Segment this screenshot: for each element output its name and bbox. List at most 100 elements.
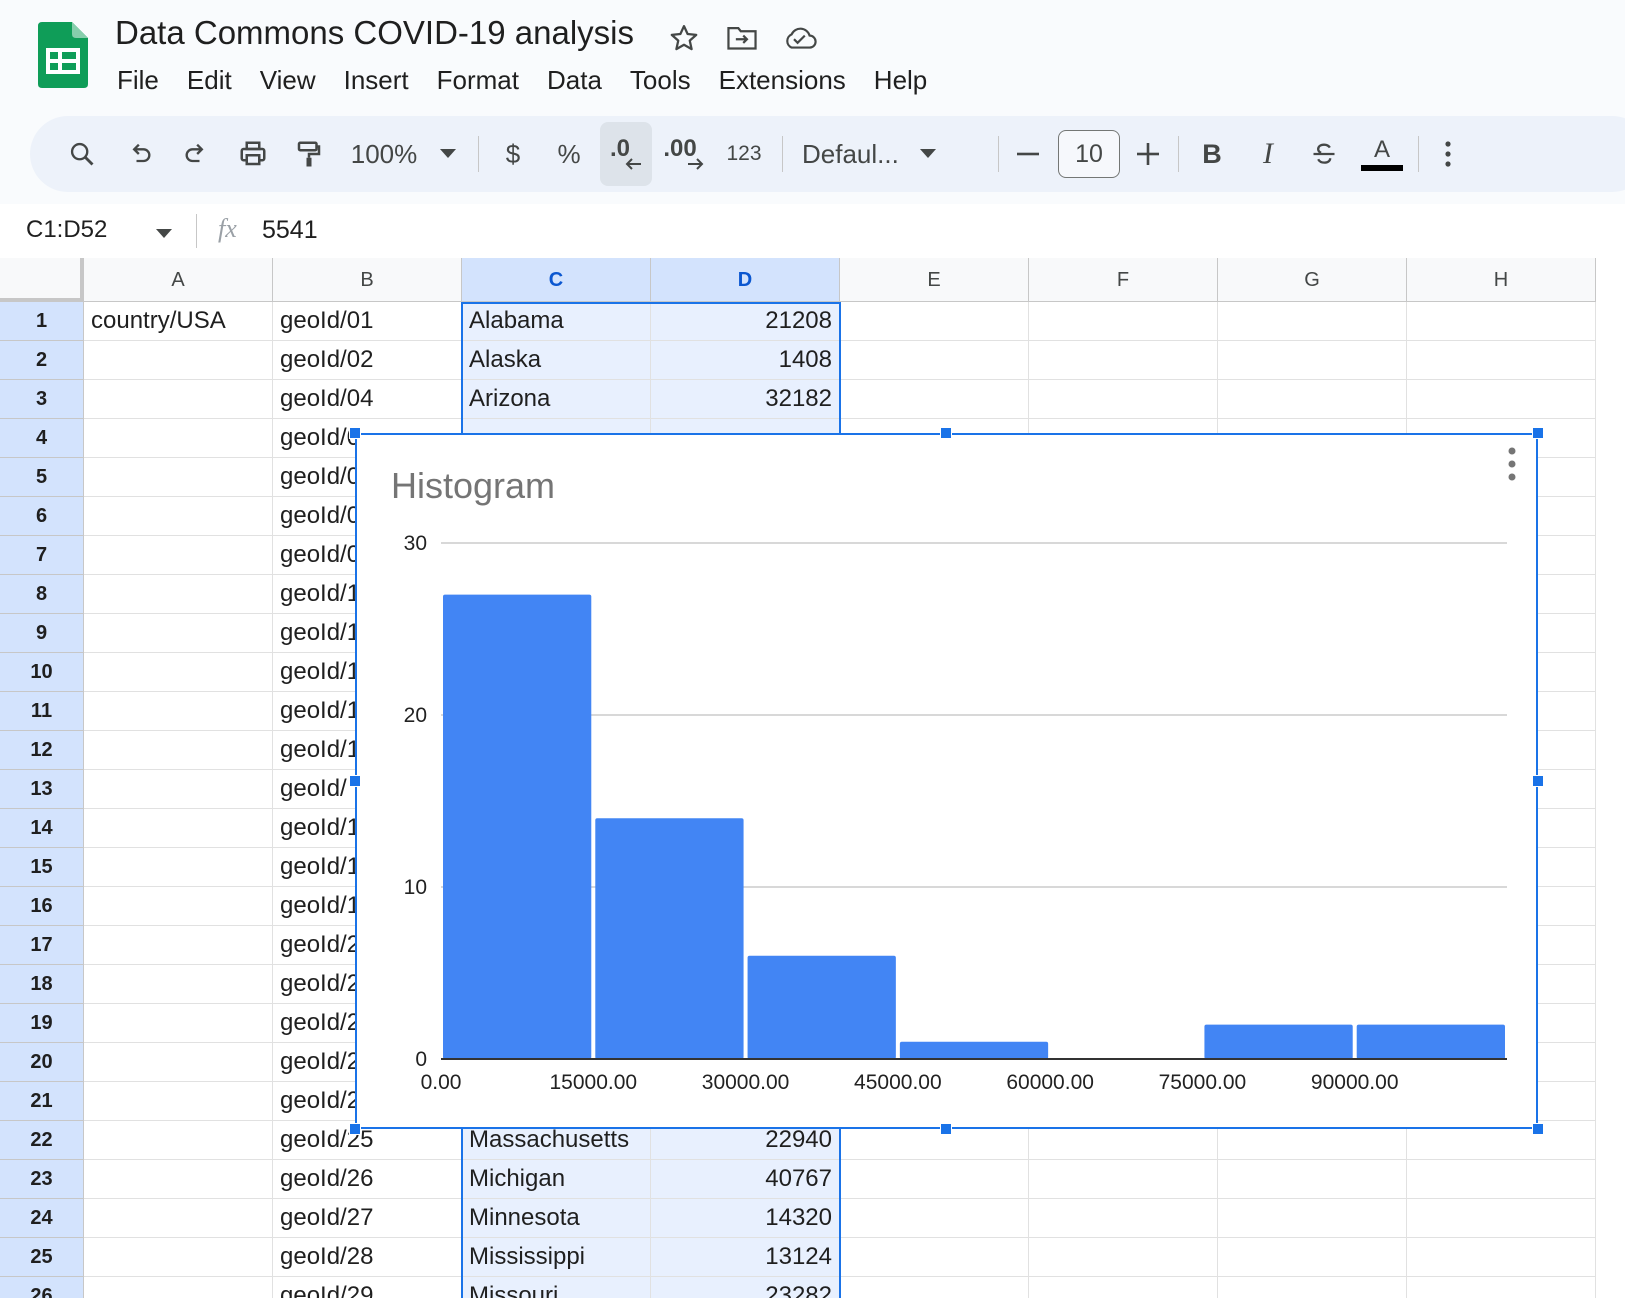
- cell-b2[interactable]: geoId/02: [273, 341, 462, 380]
- cell-a4[interactable]: [84, 419, 273, 458]
- cell-h3[interactable]: [1407, 380, 1596, 419]
- cell-b26[interactable]: geoId/29: [273, 1277, 462, 1298]
- font-chevron-down-icon[interactable]: [914, 116, 942, 192]
- font-size-input[interactable]: 10: [1058, 130, 1120, 178]
- cell-a22[interactable]: [84, 1121, 273, 1160]
- column-header-g[interactable]: G: [1218, 258, 1407, 302]
- decrease-decimal-button[interactable]: .0: [600, 122, 652, 186]
- cell-b3[interactable]: geoId/04: [273, 380, 462, 419]
- cell-f26[interactable]: [1029, 1277, 1218, 1298]
- resize-handle-right[interactable]: [1532, 775, 1544, 787]
- name-box-chevron-down-icon[interactable]: [156, 226, 172, 244]
- cell-e2[interactable]: [840, 341, 1029, 380]
- row-header[interactable]: 4: [0, 419, 84, 458]
- italic-button[interactable]: I: [1246, 116, 1290, 192]
- cell-g23[interactable]: [1218, 1160, 1407, 1199]
- menu-insert[interactable]: Insert: [330, 62, 423, 98]
- row-header[interactable]: 18: [0, 965, 84, 1004]
- menu-tools[interactable]: Tools: [616, 62, 705, 98]
- column-header-c[interactable]: C: [462, 258, 651, 302]
- decrease-font-size-icon[interactable]: [1008, 116, 1048, 192]
- cell-a11[interactable]: [84, 692, 273, 731]
- row-header[interactable]: 22: [0, 1121, 84, 1160]
- increase-font-size-icon[interactable]: [1128, 116, 1168, 192]
- zoom-chevron-down-icon[interactable]: [434, 116, 462, 192]
- font-family-select[interactable]: Defaul...: [794, 116, 922, 192]
- cell-c3[interactable]: Arizona: [462, 380, 651, 419]
- strikethrough-icon[interactable]: [1302, 116, 1346, 192]
- cell-d2[interactable]: 1408: [651, 341, 840, 380]
- more-vert-icon[interactable]: [1428, 116, 1468, 192]
- cell-f3[interactable]: [1029, 380, 1218, 419]
- resize-handle-bottom-left[interactable]: [349, 1123, 361, 1135]
- column-header-a[interactable]: A: [84, 258, 273, 302]
- paint-format-icon[interactable]: [286, 116, 332, 192]
- resize-handle-top-left[interactable]: [349, 427, 361, 439]
- cell-a12[interactable]: [84, 731, 273, 770]
- column-header-h[interactable]: H: [1407, 258, 1596, 302]
- cell-f2[interactable]: [1029, 341, 1218, 380]
- row-header[interactable]: 20: [0, 1043, 84, 1082]
- cell-c24[interactable]: Minnesota: [462, 1199, 651, 1238]
- cell-a3[interactable]: [84, 380, 273, 419]
- row-header[interactable]: 10: [0, 653, 84, 692]
- row-header[interactable]: 14: [0, 809, 84, 848]
- cell-a10[interactable]: [84, 653, 273, 692]
- select-all-corner[interactable]: [0, 258, 84, 302]
- cell-e3[interactable]: [840, 380, 1029, 419]
- row-header[interactable]: 3: [0, 380, 84, 419]
- histogram-chart[interactable]: Histogram 0 10 20 30 0.00 15000.00 30000.00 450…: [355, 433, 1538, 1129]
- cell-c1[interactable]: Alabama: [462, 302, 651, 341]
- formula-input[interactable]: 5541: [262, 216, 318, 245]
- cell-a18[interactable]: [84, 965, 273, 1004]
- cell-f25[interactable]: [1029, 1238, 1218, 1277]
- cell-b25[interactable]: geoId/28: [273, 1238, 462, 1277]
- menu-edit[interactable]: Edit: [173, 62, 246, 98]
- cell-a20[interactable]: [84, 1043, 273, 1082]
- cell-a2[interactable]: [84, 341, 273, 380]
- percent-format-button[interactable]: %: [548, 116, 590, 192]
- menu-extensions[interactable]: Extensions: [705, 62, 860, 98]
- row-header[interactable]: 7: [0, 536, 84, 575]
- resize-handle-left[interactable]: [349, 775, 361, 787]
- cell-g24[interactable]: [1218, 1199, 1407, 1238]
- cell-h2[interactable]: [1407, 341, 1596, 380]
- row-header[interactable]: 9: [0, 614, 84, 653]
- cell-g25[interactable]: [1218, 1238, 1407, 1277]
- cell-g2[interactable]: [1218, 341, 1407, 380]
- resize-handle-bottom[interactable]: [940, 1123, 952, 1135]
- cell-e26[interactable]: [840, 1277, 1029, 1298]
- cell-a26[interactable]: [84, 1277, 273, 1298]
- cell-a24[interactable]: [84, 1199, 273, 1238]
- row-header[interactable]: 15: [0, 848, 84, 887]
- cell-a7[interactable]: [84, 536, 273, 575]
- row-header[interactable]: 17: [0, 926, 84, 965]
- cell-a21[interactable]: [84, 1082, 273, 1121]
- row-header[interactable]: 6: [0, 497, 84, 536]
- cell-e23[interactable]: [840, 1160, 1029, 1199]
- cell-a25[interactable]: [84, 1238, 273, 1277]
- document-title[interactable]: Data Commons COVID-19 analysis: [115, 14, 634, 52]
- cell-g1[interactable]: [1218, 302, 1407, 341]
- cell-a16[interactable]: [84, 887, 273, 926]
- zoom-select[interactable]: 100%: [344, 116, 424, 192]
- column-header-f[interactable]: F: [1029, 258, 1218, 302]
- resize-handle-bottom-right[interactable]: [1532, 1123, 1544, 1135]
- resize-handle-top[interactable]: [940, 427, 952, 439]
- cell-h23[interactable]: [1407, 1160, 1596, 1199]
- menu-help[interactable]: Help: [860, 62, 941, 98]
- cell-f24[interactable]: [1029, 1199, 1218, 1238]
- cell-g3[interactable]: [1218, 380, 1407, 419]
- cloud-saved-icon[interactable]: [780, 18, 820, 58]
- row-header[interactable]: 26: [0, 1277, 84, 1298]
- cell-a13[interactable]: [84, 770, 273, 809]
- bold-button[interactable]: B: [1190, 116, 1234, 192]
- cell-d1[interactable]: 21208: [651, 302, 840, 341]
- text-color-button[interactable]: A: [1358, 116, 1406, 192]
- row-header[interactable]: 24: [0, 1199, 84, 1238]
- cell-g26[interactable]: [1218, 1277, 1407, 1298]
- row-header[interactable]: 13: [0, 770, 84, 809]
- cell-a17[interactable]: [84, 926, 273, 965]
- cell-a9[interactable]: [84, 614, 273, 653]
- sheets-logo-icon[interactable]: [38, 22, 88, 88]
